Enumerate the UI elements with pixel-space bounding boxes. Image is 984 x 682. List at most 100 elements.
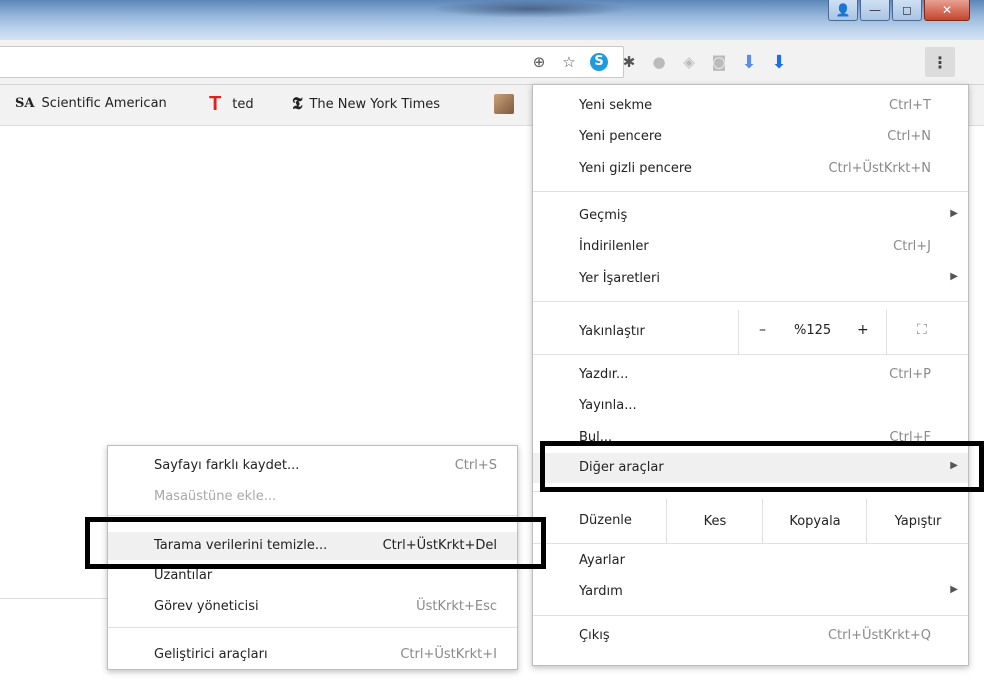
menu-item-shortcut: Ctrl+ÜstKrkt+N <box>828 161 931 176</box>
menu-item-new-tab[interactable]: Yeni sekme Ctrl+T <box>533 93 968 121</box>
submenu-separator <box>108 515 517 516</box>
zoom-in-button[interactable]: + <box>857 322 869 338</box>
menu-item-label: Yardım <box>579 584 623 599</box>
menu-item-history[interactable]: Geçmiş ▶ <box>533 203 968 231</box>
menu-item-cast[interactable]: Yayınla... <box>533 393 968 421</box>
menu-item-help[interactable]: Yardım ▶ <box>533 579 968 607</box>
submenu-item-label: Geliştirici araçları <box>154 647 268 662</box>
menu-item-label: İndirilenler <box>579 239 649 254</box>
bookmark-scientific-american[interactable]: SA Scientific American <box>15 96 167 111</box>
submenu-arrow-icon: ▶ <box>950 271 958 282</box>
bookmark-star-icon[interactable]: ☆ <box>554 48 584 76</box>
user-profile-button[interactable]: 👤 <box>828 0 858 21</box>
page-divider <box>0 598 107 599</box>
menu-separator <box>533 615 968 616</box>
menu-separator <box>533 543 968 544</box>
fullscreen-icon: ⛶ <box>917 322 927 338</box>
submenu-separator <box>108 627 517 628</box>
window-titlebar: 👤 — ◻ ✕ <box>0 0 984 40</box>
menu-item-shortcut: Ctrl+ÜstKrkt+Q <box>827 628 931 643</box>
browser-toolbar: ⊕ ☆ S ✱ ● ◈ ◙ ⬇ ⬇ <box>0 40 984 85</box>
zoom-out-button[interactable]: – <box>759 322 766 338</box>
menu-item-shortcut: Ctrl+T <box>889 98 931 113</box>
menu-item-bookmarks[interactable]: Yer İşaretleri ▶ <box>533 266 968 294</box>
user-icon: 👤 <box>835 3 851 17</box>
chrome-main-menu: Yeni sekme Ctrl+T Yeni pencere Ctrl+N Ye… <box>532 84 969 666</box>
download-icon[interactable]: ⬇ <box>764 48 794 76</box>
window-controls: 👤 — ◻ ✕ <box>826 0 970 22</box>
zoom-controls: – %125 + <box>738 310 887 354</box>
menu-item-shortcut: Ctrl+J <box>893 239 931 254</box>
submenu-item-save-as[interactable]: Sayfayı farklı kaydet... Ctrl+S <box>108 452 517 480</box>
skype-badge: S <box>590 53 608 71</box>
bookmark-new-york-times[interactable]: 𝕿 The New York Times <box>292 94 440 114</box>
evernote-icon[interactable]: ◈ <box>674 48 704 76</box>
menu-item-new-window[interactable]: Yeni pencere Ctrl+N <box>533 124 968 152</box>
extensions-puzzle-icon[interactable]: ✱ <box>614 48 644 76</box>
menu-item-label: Ayarlar <box>579 553 625 568</box>
menu-item-incognito[interactable]: Yeni gizli pencere Ctrl+ÜstKrkt+N <box>533 156 968 184</box>
submenu-item-shortcut: Ctrl+ÜstKrkt+I <box>400 647 497 662</box>
menu-separator <box>533 191 968 192</box>
submenu-item-developer-tools[interactable]: Geliştirici araçları Ctrl+ÜstKrkt+I <box>108 641 517 669</box>
bookmark-label: The New York Times <box>309 96 441 112</box>
submenu-item-label: Uzantılar <box>154 568 213 583</box>
minimize-icon: — <box>869 3 881 17</box>
maximize-button[interactable]: ◻ <box>892 0 922 21</box>
nyt-icon: 𝕿 <box>292 94 303 114</box>
close-button[interactable]: ✕ <box>924 0 970 21</box>
menu-item-downloads[interactable]: İndirilenler Ctrl+J <box>533 234 968 262</box>
submenu-item-label: Görev yöneticisi <box>154 599 259 614</box>
bookmark-label: Scientific American <box>41 96 167 111</box>
menu-item-label: Yazdır... <box>579 367 629 382</box>
menu-item-label: Çıkış <box>579 628 610 643</box>
copy-label: Kopyala <box>789 513 841 529</box>
zoom-label: Yakınlaştır <box>579 324 645 339</box>
submenu-arrow-icon: ▶ <box>950 208 958 219</box>
submenu-item-task-manager[interactable]: Görev yöneticisi ÜstKrkt+Esc <box>108 593 517 621</box>
submenu-item-shortcut: Ctrl+S <box>454 458 497 473</box>
menu-item-label: Yeni gizli pencere <box>579 161 692 176</box>
chat-bubble-icon[interactable]: ● <box>644 48 674 76</box>
zoom-icon[interactable]: ⊕ <box>524 48 554 76</box>
copy-button[interactable]: Kopyala <box>762 499 867 543</box>
edit-label: Düzenle <box>579 513 632 528</box>
scientific-american-icon: SA <box>15 96 35 111</box>
minimize-button[interactable]: — <box>860 0 890 21</box>
bookmark-photo[interactable] <box>494 94 514 114</box>
camera-icon[interactable]: ◙ <box>704 48 734 76</box>
menu-item-shortcut: Ctrl+N <box>887 129 931 144</box>
menu-separator <box>533 354 968 355</box>
maximize-icon: ◻ <box>902 3 912 17</box>
chrome-menu-button[interactable]: ⋮ <box>925 47 955 77</box>
cut-label: Kes <box>703 513 727 529</box>
paste-label: Yapıştır <box>894 513 942 529</box>
paste-button[interactable]: Yapıştır <box>866 499 969 543</box>
highlight-box-more-tools <box>540 441 984 492</box>
fullscreen-button[interactable]: ⛶ <box>886 310 969 354</box>
menu-item-label: Yer İşaretleri <box>579 271 660 286</box>
menu-item-exit[interactable]: Çıkış Ctrl+ÜstKrkt+Q <box>533 623 968 651</box>
highlight-box-clear-data <box>85 517 546 569</box>
edit-row: Düzenle Kes Kopyala Yapıştır <box>533 499 968 543</box>
menu-item-label: Geçmiş <box>579 208 628 223</box>
menu-item-label: Yayınla... <box>579 398 637 413</box>
download-icon-light[interactable]: ⬇ <box>734 48 764 76</box>
bookmark-ted[interactable]: T ted <box>209 93 254 116</box>
menu-item-settings[interactable]: Ayarlar <box>533 548 968 576</box>
close-icon: ✕ <box>941 3 953 17</box>
cut-button[interactable]: Kes <box>666 499 763 543</box>
zoom-level-value: %125 <box>794 323 832 338</box>
menu-item-label: Yeni pencere <box>579 129 662 144</box>
ted-icon: T <box>209 93 222 115</box>
menu-item-label: Yeni sekme <box>579 98 653 113</box>
skype-icon[interactable]: S <box>584 48 614 76</box>
submenu-arrow-icon: ▶ <box>950 584 958 595</box>
submenu-item-label: Sayfayı farklı kaydet... <box>154 458 300 473</box>
bookmark-label: ted <box>232 97 254 112</box>
photo-thumbnail-icon <box>494 94 514 114</box>
submenu-item-add-to-desktop[interactable]: Masaüstüne ekle... <box>108 483 517 511</box>
submenu-item-label: Masaüstüne ekle... <box>154 489 277 504</box>
submenu-item-shortcut: ÜstKrkt+Esc <box>416 599 497 614</box>
menu-item-print[interactable]: Yazdır... Ctrl+P <box>533 362 968 390</box>
